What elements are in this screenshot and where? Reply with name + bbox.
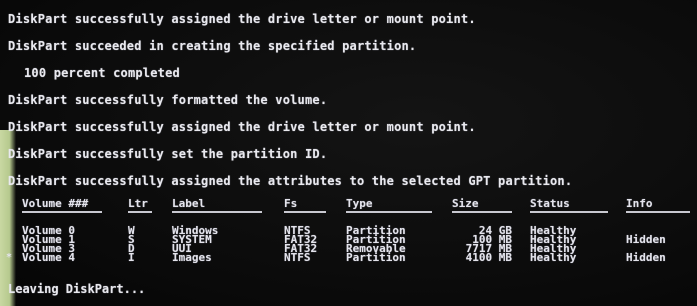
table-cell-size: 4100 MB — [465, 251, 512, 264]
console-line: DiskPart successfully assigned the attri… — [8, 174, 573, 188]
header-rule — [452, 211, 512, 213]
table-cell-status: Healthy — [530, 251, 577, 264]
console-line: 100 percent completed — [24, 66, 180, 80]
console-line: DiskPart succeeded in creating the speci… — [8, 39, 417, 53]
header-rule — [284, 211, 326, 213]
console-line: DiskPart successfully formatted the volu… — [8, 93, 328, 107]
column-header-info: Info — [626, 197, 653, 210]
console-footer-line: Leaving DiskPart... — [8, 282, 146, 296]
header-rule — [530, 211, 608, 213]
table-cell-info: Hidden — [626, 233, 666, 246]
table-cell-info: Hidden — [626, 251, 666, 264]
console-line: DiskPart successfully assigned the drive… — [8, 120, 476, 134]
table-cell-label: Images — [172, 251, 212, 264]
column-header-status: Status — [530, 197, 570, 210]
console-screen: DiskPart successfully assigned the drive… — [0, 0, 697, 306]
table-cell-fs: NTFS — [284, 251, 311, 264]
column-header-ltr: Ltr — [128, 197, 148, 210]
header-rule — [128, 211, 152, 213]
volume-table: Volume ### Ltr Label Fs Type Size Status… — [20, 194, 697, 272]
column-header-fs: Fs — [284, 197, 298, 210]
column-header-volume: Volume ### — [22, 197, 89, 210]
table-cell-ltr: I — [128, 251, 135, 264]
header-rule — [626, 211, 690, 213]
column-header-type: Type — [346, 197, 373, 210]
table-cell-type: Partition — [346, 251, 406, 264]
selected-volume-marker: * — [6, 252, 13, 263]
header-rule — [172, 211, 262, 213]
console-line: DiskPart successfully assigned the drive… — [8, 12, 476, 26]
console-line: DiskPart successfully set the partition … — [8, 147, 328, 161]
table-cell-volume: Volume 4 — [22, 251, 75, 264]
column-header-label: Label — [172, 197, 206, 210]
header-rule — [346, 211, 432, 213]
column-header-size: Size — [452, 197, 479, 210]
header-rule — [22, 211, 102, 213]
